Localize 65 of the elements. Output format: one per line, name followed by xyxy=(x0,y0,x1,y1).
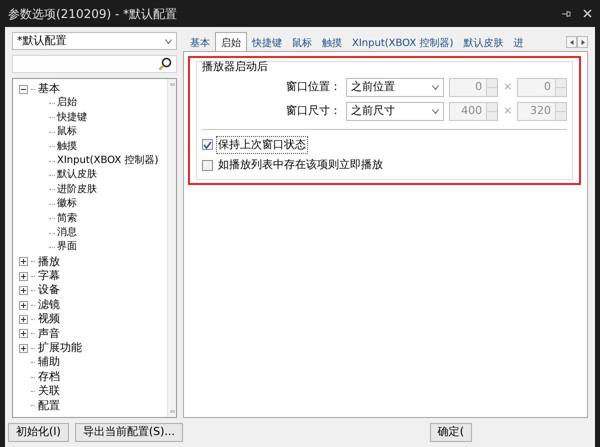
expand-icon[interactable] xyxy=(19,286,28,296)
tree-item[interactable]: 辅助 xyxy=(38,355,60,370)
dialog-button[interactable]: 导出当前配置(S)... xyxy=(74,423,183,442)
checkbox[interactable] xyxy=(202,160,213,171)
right-arrow-icon xyxy=(580,40,584,44)
tree-item[interactable]: 进阶皮肤 xyxy=(57,182,97,198)
tree-item[interactable]: 关联 xyxy=(38,384,60,399)
pin-icon[interactable] xyxy=(561,8,571,18)
tab[interactable]: 触摸 xyxy=(317,34,347,51)
tree-item[interactable]: 配置 xyxy=(38,398,60,413)
dialog-button[interactable]: 初始化(I) xyxy=(8,423,69,442)
expand-icon[interactable] xyxy=(19,344,28,353)
tree-item[interactable]: 界面 xyxy=(57,240,77,255)
collapse-icon[interactable] xyxy=(19,84,28,94)
tree-item[interactable]: 触摸 xyxy=(57,140,77,154)
tree-item[interactable]: 字幕 xyxy=(38,269,60,284)
caret-icon xyxy=(432,84,439,90)
profile-dropdown[interactable]: *默认配置 xyxy=(12,32,177,50)
checkbox-label[interactable]: 如播放列表中存在该项则立即播放 xyxy=(216,157,385,174)
times-sign: × xyxy=(503,102,512,119)
tree-item[interactable]: 存档 xyxy=(38,370,60,384)
tree-item[interactable]: 默认皮肤 xyxy=(57,168,97,183)
times-sign: × xyxy=(503,78,512,95)
tree-item[interactable]: 扩展功能 xyxy=(38,341,82,356)
tree-item[interactable]: 播放 xyxy=(38,254,60,270)
group-title: 播放器启动后 xyxy=(202,59,269,75)
checkbox[interactable] xyxy=(202,139,213,150)
tree-item[interactable]: 设备 xyxy=(38,283,60,298)
search-field[interactable] xyxy=(12,55,177,73)
tab[interactable]: 进 xyxy=(508,34,528,51)
tree-item[interactable]: 鼠标 xyxy=(57,125,77,140)
tab[interactable]: 鼠标 xyxy=(287,34,317,51)
expand-icon[interactable] xyxy=(19,314,28,324)
tree-item[interactable]: 基本 xyxy=(38,82,60,96)
checkbox-label[interactable]: 保持上次窗口状态 xyxy=(216,136,308,154)
tree-item[interactable]: 滤镜 xyxy=(38,298,60,312)
caret-icon xyxy=(432,108,439,114)
tree-item[interactable]: 消息 xyxy=(57,226,77,240)
tree-item[interactable]: 视频 xyxy=(38,312,60,327)
tab-scroll-right[interactable] xyxy=(577,36,588,48)
search-icon[interactable] xyxy=(158,57,172,71)
expand-icon[interactable] xyxy=(19,272,28,281)
scrollbar[interactable] xyxy=(167,79,176,417)
expand-icon[interactable] xyxy=(19,300,28,310)
field-label: 窗口尺寸： xyxy=(286,102,341,119)
dialog-button[interactable]: 确定( xyxy=(430,423,472,442)
caret-icon xyxy=(165,38,172,44)
close-icon[interactable] xyxy=(583,9,592,18)
tree-item[interactable]: 快捷键 xyxy=(57,110,87,126)
window-title: 参数选项(210209) - *默认配置 xyxy=(8,6,178,22)
expand-icon[interactable] xyxy=(19,257,28,266)
tab[interactable]: 基本 xyxy=(185,34,215,51)
tree-item[interactable]: 徽标 xyxy=(57,197,77,212)
expand-icon[interactable] xyxy=(19,329,28,338)
tree-item[interactable]: 声音 xyxy=(38,326,60,342)
field-label: 窗口位置： xyxy=(286,78,341,95)
left-arrow-icon xyxy=(570,40,574,44)
tree-item[interactable]: XInput(XBOX 控制器) xyxy=(57,154,158,168)
tab[interactable]: 默认皮肤 xyxy=(458,34,508,51)
tab-scroll-left[interactable] xyxy=(566,36,577,48)
tree-item[interactable]: 简索 xyxy=(57,212,77,226)
tab[interactable]: 快捷键 xyxy=(247,34,287,51)
tab[interactable]: XInput(XBOX 控制器) xyxy=(347,34,458,51)
tab[interactable]: 启始 xyxy=(215,32,247,51)
tree-item[interactable]: 启始 xyxy=(57,96,77,111)
